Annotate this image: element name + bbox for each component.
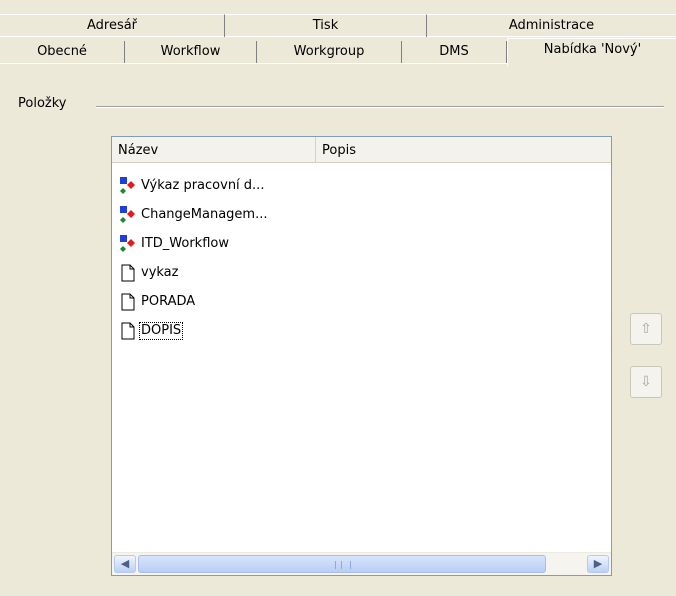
document-icon (118, 263, 138, 283)
list-item[interactable]: vykaz (112, 258, 611, 287)
tab-administrace[interactable]: Administrace (427, 14, 676, 37)
list-item[interactable]: DOPIS (112, 316, 611, 345)
tab-obecne[interactable]: Obecné (0, 41, 125, 63)
document-icon (118, 292, 138, 312)
tab-adresar[interactable]: Adresář (0, 14, 225, 37)
workflow-icon (118, 234, 138, 254)
move-up-button[interactable]: ⇧ (630, 313, 662, 345)
scroll-left-button[interactable]: ◀ (114, 555, 136, 573)
tab-tisk[interactable]: Tisk (225, 14, 427, 37)
document-icon (118, 321, 138, 341)
list-item[interactable]: ITD_Workflow (112, 229, 611, 258)
group-label: Položky (18, 96, 73, 111)
column-header-name[interactable]: Název (112, 137, 316, 162)
tab-dms[interactable]: DMS (402, 41, 507, 63)
workflow-icon (118, 205, 138, 225)
scroll-right-button[interactable]: ▶ (587, 555, 609, 573)
tab-nabidka-novy[interactable]: Nabídka 'Nový' (507, 38, 676, 66)
horizontal-scrollbar[interactable]: ◀ ▶ (112, 552, 611, 575)
tab-workflow[interactable]: Workflow (125, 41, 257, 63)
grip-icon (335, 561, 351, 569)
scroll-thumb[interactable] (138, 555, 546, 573)
list-header: Název Popis (112, 137, 611, 163)
tab-workgroup[interactable]: Workgroup (257, 41, 402, 63)
items-list[interactable]: Název Popis Výkaz pracovní d... ChangeMa… (111, 136, 612, 576)
list-item[interactable]: Výkaz pracovní d... (112, 171, 611, 200)
list-item[interactable]: PORADA (112, 287, 611, 316)
column-header-description[interactable]: Popis (316, 137, 611, 162)
workflow-icon (118, 176, 138, 196)
move-down-button[interactable]: ⇩ (630, 366, 662, 398)
list-item[interactable]: ChangeManagem... (112, 200, 611, 229)
group-separator (96, 106, 664, 108)
